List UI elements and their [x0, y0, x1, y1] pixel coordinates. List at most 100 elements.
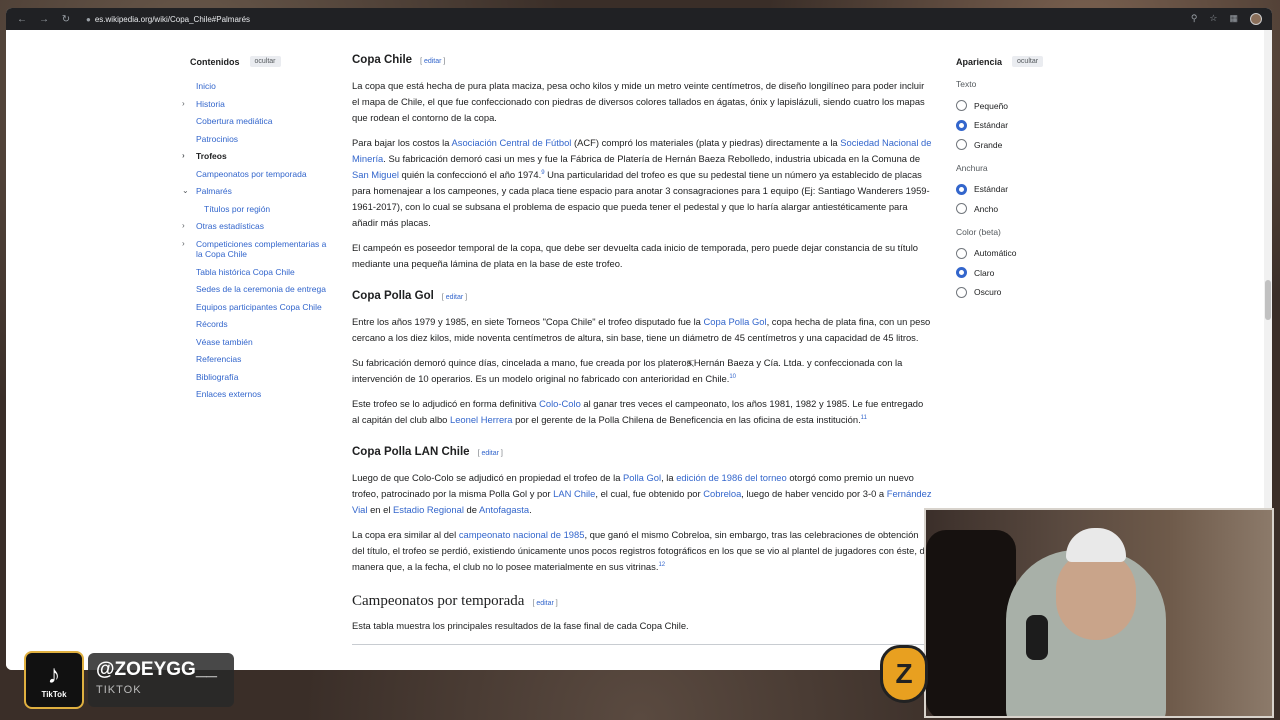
link-leonel-herrera[interactable]: Leonel Herrera: [450, 414, 513, 425]
toc-item-label: Bibliografía: [196, 371, 239, 382]
link-edicion-1986[interactable]: edición de 1986 del torneo: [676, 472, 787, 483]
chevron-right-icon[interactable]: ›: [182, 221, 185, 231]
link-polla-gol[interactable]: Polla Gol: [623, 472, 661, 483]
edit-link[interactable]: [ editar ]: [442, 290, 467, 306]
toc-item-campeonatos[interactable]: Campeonatos por temporada: [190, 169, 330, 187]
profile-avatar[interactable]: [1250, 13, 1262, 25]
browser-toolbar: ← → ↻ ● es.wikipedia.org/wiki/Copa_Chile#…: [6, 8, 1272, 30]
radio-button[interactable]: [956, 286, 967, 298]
radio-button[interactable]: [956, 247, 967, 259]
toc-item-palmares[interactable]: ⌄ Palmarés: [182, 186, 330, 204]
toc-item-bibliografia[interactable]: Bibliografía: [190, 372, 330, 390]
link-campeonato-1985[interactable]: campeonato nacional de 1985: [459, 529, 585, 540]
toc-item-titulos-region[interactable]: Títulos por región: [190, 204, 330, 222]
chevron-right-icon[interactable]: ›: [182, 99, 185, 109]
toc-item-records[interactable]: Récords: [190, 319, 330, 337]
bookmark-star-icon[interactable]: ☆: [1209, 13, 1217, 25]
toc-item-label: Títulos por región: [204, 203, 271, 214]
toc-item-inicio[interactable]: Inicio: [190, 81, 330, 99]
radio-color-dark[interactable]: Oscuro: [956, 283, 1096, 303]
radio-button[interactable]: [956, 203, 967, 215]
link-san-miguel[interactable]: San Miguel: [352, 169, 399, 180]
gaming-chair: [926, 530, 1016, 716]
section-heading-temporada: Campeonatos por temporada [ editar ]: [352, 593, 932, 612]
radio-color-auto[interactable]: Automático: [956, 244, 1096, 264]
toc-item-label: Inicio: [196, 81, 216, 91]
season-table-top: [352, 644, 932, 652]
ref-link[interactable]: 11: [861, 415, 867, 421]
toc-item-tabla-historica[interactable]: Tabla histórica Copa Chile: [190, 267, 330, 285]
toc-hide-button[interactable]: ocultar: [249, 56, 281, 67]
back-icon[interactable]: ←: [16, 14, 28, 25]
toc-item-otras-estadisticas[interactable]: › Otras estadísticas: [182, 221, 330, 239]
paragraph: Este trofeo se lo adjudicó en forma defi…: [352, 396, 932, 428]
radio-text-small[interactable]: Pequeño: [956, 96, 1096, 116]
tiktok-wordmark: TikTok: [41, 690, 67, 699]
tiktok-handle: @ZOEYGG__: [96, 659, 217, 680]
mouse-cursor-icon: ⇱: [687, 359, 695, 369]
radio-button[interactable]: [956, 139, 967, 151]
radio-label: Claro: [974, 267, 995, 278]
toc-item-label: Enlaces externos: [196, 389, 262, 399]
link-acf[interactable]: Asociación Central de Fútbol: [452, 137, 572, 148]
radio-button-selected[interactable]: [956, 183, 967, 195]
scrollbar-thumb[interactable]: [1265, 280, 1271, 320]
link-copa-polla-gol[interactable]: Copa Polla Gol: [704, 316, 767, 327]
radio-text-large[interactable]: Grande: [956, 135, 1096, 155]
edit-label: editar: [423, 58, 442, 65]
toc-item-label: Campeonatos por temporada: [196, 168, 307, 179]
reload-icon[interactable]: ↻: [60, 14, 72, 25]
edit-link[interactable]: [ editar ]: [478, 446, 503, 462]
text: Este trofeo se lo adjudicó en forma defi…: [352, 398, 540, 409]
text: Entre los años 1979 y 1985, en siete Tor…: [352, 316, 704, 327]
edit-link[interactable]: [ editar ]: [532, 596, 557, 612]
link-lan-chile[interactable]: LAN Chile: [553, 488, 595, 499]
text: La copa era similar al del: [352, 529, 459, 540]
link-antofagasta[interactable]: Antofagasta: [479, 504, 529, 515]
section-heading-copa-chile: Copa Chile [ editar ]: [352, 52, 932, 70]
toc-item-enlaces[interactable]: Enlaces externos: [190, 389, 330, 407]
chevron-right-icon[interactable]: ›: [182, 239, 185, 249]
toc-item-historia[interactable]: › Historia: [182, 99, 330, 117]
address-bar[interactable]: ● es.wikipedia.org/wiki/Copa_Chile#Palmar…: [86, 15, 1181, 24]
zoom-icon[interactable]: ⚲: [1191, 13, 1198, 25]
radio-width-wide[interactable]: Ancho: [956, 199, 1096, 219]
toc-item-cobertura[interactable]: Cobertura mediática: [190, 116, 330, 134]
toc-item-label: Otras estadísticas: [196, 221, 265, 231]
radio-text-standard[interactable]: Estándar: [956, 116, 1096, 136]
toc-item-patrocinios[interactable]: Patrocinios: [190, 134, 330, 152]
text: , el cual, fue obtenido por: [595, 488, 704, 499]
ref-link[interactable]: 12: [658, 562, 665, 568]
appearance-hide-button[interactable]: ocultar: [1012, 56, 1044, 67]
link-estadio-regional[interactable]: Estadio Regional: [393, 504, 464, 515]
radio-button-selected[interactable]: [956, 267, 967, 279]
badge-letter: Z: [895, 658, 913, 689]
link-cobreloa[interactable]: Cobreloa: [703, 488, 741, 499]
chevron-down-icon[interactable]: ⌄: [182, 186, 189, 196]
ref-link[interactable]: 10: [729, 374, 736, 380]
section-heading-polla-gol: Copa Polla Gol [ editar ]: [352, 288, 932, 306]
toc-item-referencias[interactable]: Referencias: [190, 354, 330, 372]
toc-item-trofeos[interactable]: › Trofeos: [182, 151, 330, 169]
text: Su fabricación demoró quince días, cince…: [352, 357, 903, 384]
extensions-icon[interactable]: ▦: [1229, 13, 1238, 25]
toc-item-sedes[interactable]: Sedes de la ceremonia de entrega: [190, 284, 330, 302]
radio-button-selected[interactable]: [956, 119, 967, 131]
toc-item-vease[interactable]: Véase también: [190, 337, 330, 355]
chevron-right-icon[interactable]: ›: [182, 151, 185, 161]
radio-width-standard[interactable]: Estándar: [956, 180, 1096, 200]
toc-item-label: Referencias: [196, 354, 242, 364]
streamer-head: [1056, 550, 1136, 640]
microphone-icon: [1026, 615, 1048, 660]
radio-button[interactable]: [956, 100, 967, 112]
forward-icon[interactable]: →: [38, 14, 50, 25]
radio-color-light[interactable]: Claro: [956, 263, 1096, 283]
link-colo-colo[interactable]: Colo-Colo: [539, 398, 581, 409]
edit-link[interactable]: [ editar ]: [420, 54, 445, 70]
text: en el: [367, 504, 394, 515]
toc-item-label: Palmarés: [196, 186, 232, 196]
site-info-icon[interactable]: ●: [86, 15, 91, 24]
toc-item-equipos[interactable]: Equipos participantes Copa Chile: [190, 302, 330, 320]
toc-item-competiciones[interactable]: › Competiciones complementarias a la Copa…: [182, 239, 330, 267]
toc-item-label: Véase también: [196, 336, 253, 347]
